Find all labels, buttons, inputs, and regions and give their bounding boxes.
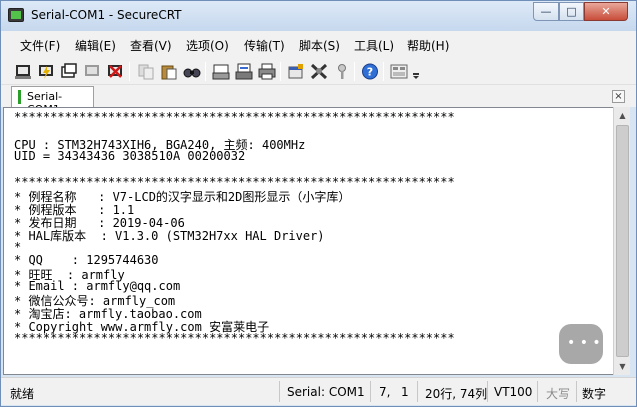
- toolbar-overflow-icon[interactable]: [411, 63, 421, 80]
- close-button[interactable]: ✕: [584, 2, 628, 21]
- print-icon[interactable]: [258, 63, 276, 80]
- terminal-line: ****************************************…: [14, 110, 455, 124]
- toolbar-separator: [383, 62, 384, 81]
- print-selection-icon[interactable]: [235, 63, 253, 80]
- status-caps: 大写: [546, 387, 571, 401]
- terminal-line: * Email : armfly@qq.com: [14, 279, 181, 293]
- scroll-up-icon[interactable]: ▲: [614, 107, 631, 124]
- keymap-icon[interactable]: [333, 63, 351, 80]
- session-status-marker: [18, 90, 21, 104]
- chat-bubble-icon: [559, 324, 603, 364]
- global-options-icon[interactable]: [310, 63, 328, 80]
- status-separator: [279, 381, 280, 402]
- toolbar: ?: [1, 57, 636, 85]
- status-separator: [370, 381, 371, 402]
- scroll-down-icon[interactable]: ▼: [614, 358, 631, 375]
- app-icon: [8, 8, 24, 22]
- menu-bar: 文件(F) 编辑(E) 查看(V) 选项(O) 传输(T) 脚本(S) 工具(L…: [1, 31, 636, 57]
- paste-icon[interactable]: [160, 63, 178, 80]
- copy-icon[interactable]: [137, 63, 155, 80]
- status-separator: [537, 381, 538, 402]
- toolbar-separator: [129, 62, 130, 81]
- status-size: 20行, 74列: [425, 387, 488, 401]
- status-row: 7,: [379, 385, 391, 399]
- maximize-button[interactable]: □: [559, 2, 584, 21]
- sftp-icon[interactable]: [390, 63, 408, 80]
- quick-connect-icon[interactable]: [37, 63, 55, 80]
- close-tab-icon[interactable]: ×: [612, 90, 625, 103]
- vertical-scrollbar[interactable]: ▲ ▼: [613, 107, 630, 375]
- connect-tab-icon[interactable]: [60, 63, 78, 80]
- window-title: Serial-COM1 - SecureCRT: [31, 8, 182, 22]
- menu-tools[interactable]: 工具(L): [354, 37, 394, 54]
- terminal-line: * HAL库版本 : V1.3.0 (STM32H7xx HAL Driver): [14, 229, 325, 243]
- menu-help[interactable]: 帮助(H): [407, 37, 449, 54]
- status-emulation: VT100: [494, 385, 533, 399]
- menu-options[interactable]: 选项(O): [186, 37, 229, 54]
- status-separator: [487, 381, 488, 402]
- tab-bar: Serial-COM1 ×: [1, 85, 636, 116]
- title-bar[interactable]: Serial-COM1 - SecureCRT — □ ✕: [1, 1, 636, 31]
- toolbar-separator: [280, 62, 281, 81]
- menu-transfer[interactable]: 传输(T): [244, 37, 285, 54]
- print-screen-icon[interactable]: [212, 63, 230, 80]
- menu-script[interactable]: 脚本(S): [299, 37, 340, 54]
- tab-serial-com1[interactable]: Serial-COM1: [11, 86, 94, 116]
- terminal-line: * QQ : 1295744630: [14, 253, 159, 267]
- status-bar: 就绪 Serial: COM1 7, 1 20行, 74列 VT100 大写 数…: [1, 377, 636, 405]
- scroll-thumb[interactable]: [616, 125, 629, 357]
- terminal-output[interactable]: ****************************************…: [3, 107, 614, 375]
- svg-text:?: ?: [367, 66, 373, 79]
- terminal-line: ****************************************…: [14, 175, 455, 189]
- status-separator: [576, 381, 577, 402]
- menu-edit[interactable]: 编辑(E): [75, 37, 116, 54]
- reconnect-icon[interactable]: [83, 63, 101, 80]
- status-ready: 就绪: [10, 387, 35, 401]
- status-session: Serial: COM1: [287, 385, 365, 399]
- help-icon[interactable]: ?: [361, 63, 379, 80]
- disconnect-icon[interactable]: [106, 63, 124, 80]
- terminal-line: *: [14, 240, 22, 254]
- connect-icon[interactable]: [14, 63, 32, 80]
- terminal-line: ****************************************…: [14, 331, 455, 345]
- menu-view[interactable]: 查看(V): [130, 37, 172, 54]
- toolbar-separator: [205, 62, 206, 81]
- menu-file[interactable]: 文件(F): [20, 37, 60, 54]
- status-separator: [417, 381, 418, 402]
- session-options-icon[interactable]: [287, 63, 305, 80]
- find-icon[interactable]: [183, 63, 201, 80]
- terminal-line: UID = 34343436 3038510A 00200032: [14, 149, 246, 163]
- status-num: 数字: [582, 387, 607, 401]
- toolbar-separator: [354, 62, 355, 81]
- status-col: 1: [401, 385, 409, 399]
- minimize-button[interactable]: —: [533, 2, 559, 21]
- securecrt-window: Serial-COM1 - SecureCRT — □ ✕ 文件(F) 编辑(E…: [0, 0, 637, 407]
